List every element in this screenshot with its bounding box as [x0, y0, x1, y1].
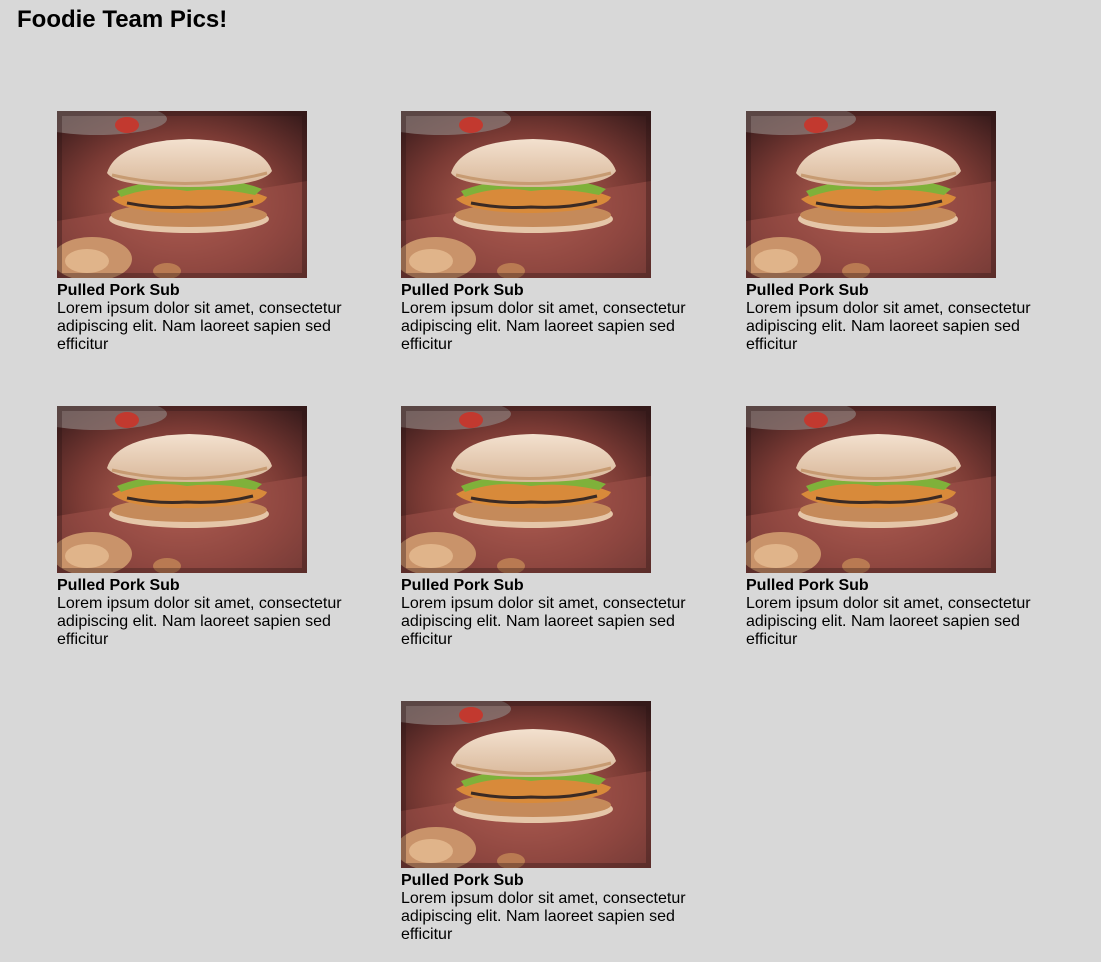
sandwich-photo: [401, 701, 651, 868]
sandwich-photo: [746, 111, 996, 278]
gallery-card: Pulled Pork Sub Lorem ipsum dolor sit ame…: [57, 111, 357, 354]
sandwich-photo: [57, 111, 307, 278]
card-title: Pulled Pork Sub: [57, 577, 180, 594]
sandwich-photo: [746, 406, 996, 573]
sandwich-photo: [57, 406, 307, 573]
gallery-card: Pulled Pork Sub Lorem ipsum dolor sit ame…: [401, 111, 701, 354]
gallery-card: Pulled Pork Sub Lorem ipsum dolor sit ame…: [746, 111, 1046, 354]
card-description: Lorem ipsum dolor sit amet, consectetur …: [746, 300, 1031, 353]
card-description: Lorem ipsum dolor sit amet, consectetur …: [746, 595, 1031, 648]
page-title: Foodie Team Pics!: [17, 6, 228, 33]
card-title: Pulled Pork Sub: [401, 577, 524, 594]
gallery-card: Pulled Pork Sub Lorem ipsum dolor sit ame…: [746, 406, 1046, 649]
card-title: Pulled Pork Sub: [401, 282, 524, 299]
card-description: Lorem ipsum dolor sit amet, consectetur …: [401, 300, 686, 353]
card-description: Lorem ipsum dolor sit amet, consectetur …: [57, 595, 342, 648]
card-title: Pulled Pork Sub: [746, 577, 869, 594]
gallery-card: Pulled Pork Sub Lorem ipsum dolor sit ame…: [401, 406, 701, 649]
gallery-card: Pulled Pork Sub Lorem ipsum dolor sit ame…: [57, 406, 357, 649]
sandwich-photo: [401, 111, 651, 278]
card-description: Lorem ipsum dolor sit amet, consectetur …: [57, 300, 342, 353]
sandwich-photo: [401, 406, 651, 573]
gallery-card: Pulled Pork Sub Lorem ipsum dolor sit ame…: [401, 701, 701, 944]
card-title: Pulled Pork Sub: [746, 282, 869, 299]
card-description: Lorem ipsum dolor sit amet, consectetur …: [401, 890, 686, 943]
card-title: Pulled Pork Sub: [401, 872, 524, 889]
card-title: Pulled Pork Sub: [57, 282, 180, 299]
card-description: Lorem ipsum dolor sit amet, consectetur …: [401, 595, 686, 648]
